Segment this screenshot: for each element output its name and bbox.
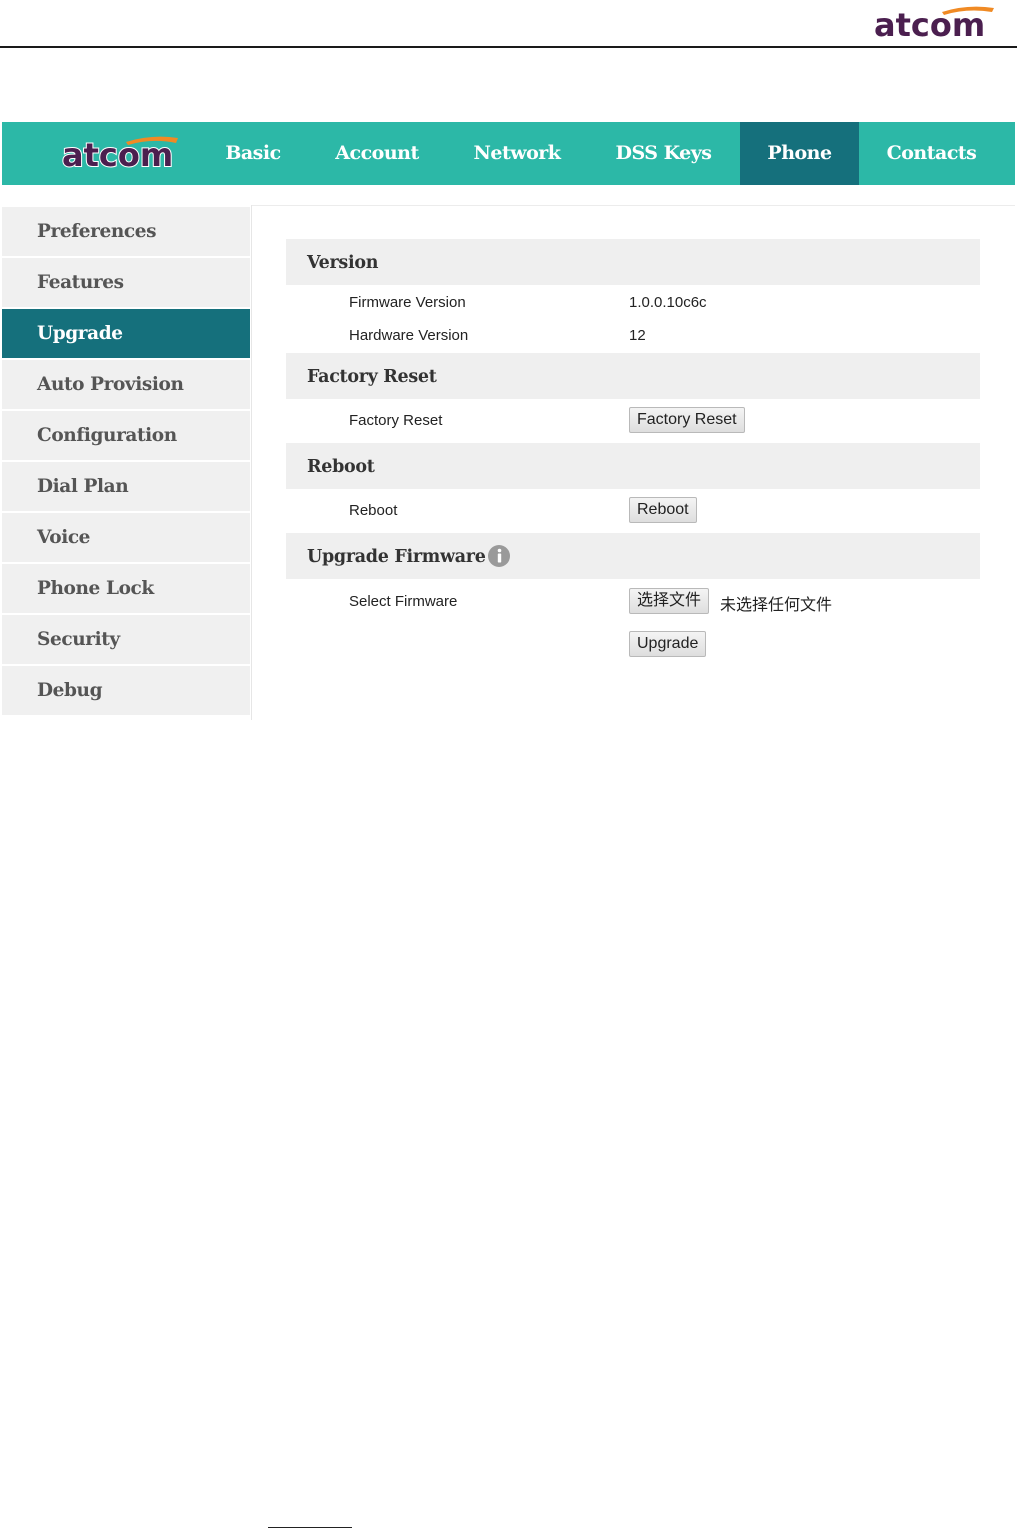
sidebar-item-security[interactable]: Security: [2, 615, 250, 666]
tab-dss-keys[interactable]: DSS Keys: [606, 122, 721, 185]
section-reboot: Reboot: [286, 443, 980, 489]
tab-account[interactable]: Account: [322, 122, 432, 185]
section-title-reboot: Reboot: [307, 457, 375, 477]
hardware-version-label: Hardware Version: [349, 327, 469, 344]
atcom-logo: atcom: [874, 6, 994, 44]
section-title-upgrade-firmware: Upgrade Firmware: [307, 547, 486, 567]
section-title-factory-reset: Factory Reset: [307, 367, 437, 387]
sidebar-item-upgrade[interactable]: Upgrade: [2, 309, 250, 360]
sidebar-item-phone-lock[interactable]: Phone Lock: [2, 564, 250, 615]
sidebar-item-voice[interactable]: Voice: [2, 513, 250, 564]
section-upgrade-firmware: Upgrade Firmware: [286, 533, 980, 579]
section-factory-reset: Factory Reset: [286, 353, 980, 399]
svg-text:atcom: atcom: [874, 6, 985, 44]
content-divider: [251, 205, 252, 720]
factory-reset-button[interactable]: Factory Reset: [629, 407, 745, 433]
header-rule: [0, 46, 1017, 48]
tab-phone[interactable]: Phone: [740, 122, 859, 185]
choose-file-button[interactable]: 选择文件: [629, 588, 710, 614]
reboot-button[interactable]: Reboot: [629, 497, 697, 523]
sidebar-item-dial-plan[interactable]: Dial Plan: [2, 462, 250, 513]
atcom-nav-logo: atcom: [61, 135, 178, 175]
footer-rule: [268, 1527, 352, 1528]
tab-network[interactable]: Network: [462, 122, 572, 185]
sidebar: Preferences Features Upgrade Auto Provis…: [2, 207, 250, 717]
top-nav: atcom Basic Account Network DSS Keys Pho…: [2, 122, 1015, 185]
hardware-version-value: 12: [629, 327, 646, 344]
tab-contacts[interactable]: Contacts: [874, 122, 989, 185]
sidebar-item-preferences[interactable]: Preferences: [2, 207, 250, 258]
section-title-version: Version: [307, 253, 379, 273]
factory-reset-label: Factory Reset: [349, 412, 443, 429]
info-icon[interactable]: [487, 544, 511, 568]
svg-text:atcom: atcom: [62, 136, 173, 174]
tab-basic[interactable]: Basic: [214, 122, 292, 185]
sidebar-item-configuration[interactable]: Configuration: [2, 411, 250, 462]
sidebar-item-auto-provision[interactable]: Auto Provision: [2, 360, 250, 411]
file-status-text: 未选择任何文件: [720, 597, 833, 614]
sidebar-item-debug[interactable]: Debug: [2, 666, 250, 717]
sidebar-item-features[interactable]: Features: [2, 258, 250, 309]
reboot-label: Reboot: [349, 502, 398, 519]
upgrade-button[interactable]: Upgrade: [629, 631, 707, 657]
firmware-version-label: Firmware Version: [349, 294, 466, 311]
select-firmware-label: Select Firmware: [349, 593, 458, 610]
content-top-border: [252, 205, 1015, 206]
section-version: Version: [286, 239, 980, 285]
firmware-version-value: 1.0.0.10c6c: [629, 294, 707, 311]
